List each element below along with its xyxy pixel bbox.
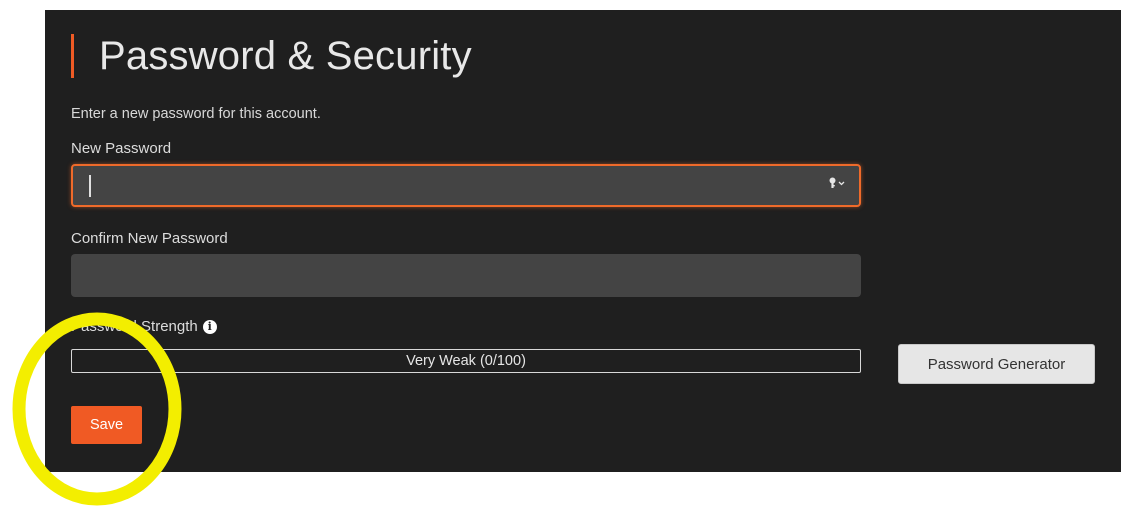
password-strength-heading: Password Strength i [71,318,217,335]
key-dropdown-icon [829,177,845,188]
password-strength-meter: Very Weak (0/100) [71,349,861,373]
info-icon[interactable]: i [202,319,217,334]
save-button[interactable]: Save [71,406,142,444]
key-icon[interactable] [829,177,847,189]
page-header: Password & Security [71,32,472,80]
strength-meter-text: Very Weak (0/100) [406,353,526,369]
intro-text: Enter a new password for this account. [71,106,321,122]
new-password-field[interactable] [71,164,861,207]
confirm-password-label: Confirm New Password [71,230,228,247]
page-title: Password & Security [99,33,472,78]
new-password-label: New Password [71,140,172,157]
text-caret [89,175,91,197]
password-strength-label: Password Strength [71,318,198,335]
password-generator-button[interactable]: Password Generator [898,344,1095,384]
password-security-panel: Password & Security Enter a new password… [45,10,1121,472]
confirm-password-field[interactable] [71,254,861,297]
title-accent-bar [71,34,74,78]
